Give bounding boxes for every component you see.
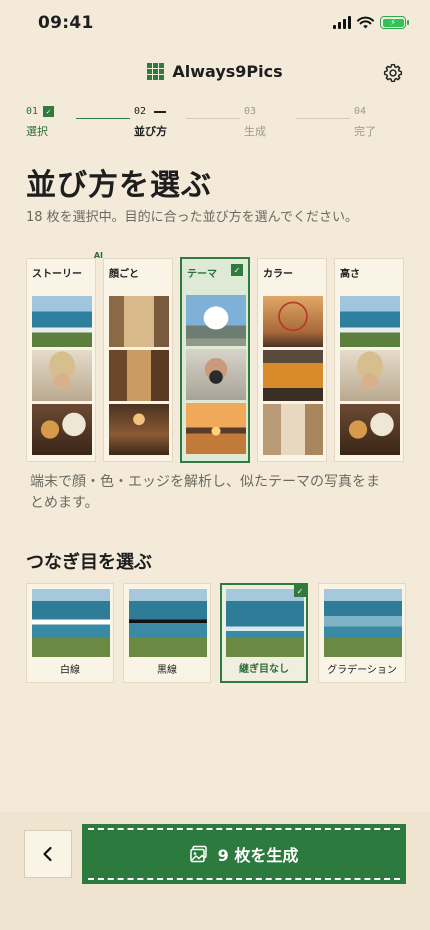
check-icon: ✓ bbox=[231, 264, 243, 276]
photo-thumbnail bbox=[263, 404, 323, 455]
step-connector bbox=[186, 118, 240, 119]
photo-thumbnail bbox=[32, 296, 92, 347]
photo-thumbnail bbox=[340, 404, 400, 455]
step-arrangement: 02 並び方 bbox=[134, 106, 167, 138]
ai-badge: AI bbox=[93, 251, 103, 260]
seam-section-title: つなぎ目を選ぶ bbox=[26, 552, 152, 573]
step-done: 04 完了 bbox=[354, 106, 376, 138]
cellular-signal-icon bbox=[333, 16, 351, 29]
step-select: 01 ✓ 選択 bbox=[26, 106, 55, 139]
arrangement-label: カラー bbox=[263, 269, 293, 280]
brand: Always9Pics bbox=[0, 62, 430, 81]
seam-gradient[interactable]: グラデーション bbox=[318, 583, 406, 683]
seam-options: 白線 黒線 ✓ 継ぎ目なし グラデーション bbox=[26, 583, 406, 683]
photo-thumbnail bbox=[109, 404, 169, 455]
step-connector bbox=[76, 118, 130, 119]
arrangement-theme[interactable]: テーマ ✓ bbox=[180, 257, 250, 463]
seam-preview bbox=[226, 589, 304, 657]
photo-thumbnail bbox=[109, 350, 169, 401]
photo-thumbnail bbox=[340, 296, 400, 347]
photo-thumbnail bbox=[32, 404, 92, 455]
arrangement-color[interactable]: カラー bbox=[257, 258, 327, 462]
app-name: Always9Pics bbox=[172, 62, 283, 81]
arrangement-label: ストーリー bbox=[32, 269, 82, 280]
seam-seamless[interactable]: ✓ 継ぎ目なし bbox=[220, 583, 308, 683]
arrangement-label: テーマ bbox=[187, 269, 217, 280]
battery-charging-icon: ⚡ bbox=[380, 16, 409, 29]
status-icons: ⚡ bbox=[333, 16, 409, 29]
check-icon: ✓ bbox=[294, 585, 306, 597]
back-button[interactable] bbox=[24, 830, 72, 878]
arrangement-label: 高さ bbox=[340, 269, 360, 280]
photo-thumbnail bbox=[32, 350, 92, 401]
status-bar: 09:41 ⚡ bbox=[0, 0, 430, 48]
current-step-indicator bbox=[154, 110, 167, 113]
footer-bar: 9 枚を生成 bbox=[0, 812, 430, 930]
photo-thumbnail bbox=[186, 403, 246, 454]
status-time: 09:41 bbox=[38, 13, 94, 33]
photo-thumbnail bbox=[263, 296, 323, 347]
wifi-icon bbox=[357, 16, 374, 29]
arrangement-height[interactable]: 高さ bbox=[334, 258, 404, 462]
photo-thumbnail bbox=[186, 349, 246, 400]
step-generate: 03 生成 bbox=[244, 106, 266, 138]
page-title: 並び方を選ぶ bbox=[26, 168, 212, 203]
seam-white-line[interactable]: 白線 bbox=[26, 583, 114, 683]
app-header: Always9Pics bbox=[0, 58, 430, 92]
photo-thumbnail bbox=[340, 350, 400, 401]
grid-logo-icon bbox=[147, 63, 165, 80]
arrangement-description: 端末で顔・色・エッジを解析し、似たテーマの写真をまとめます。 bbox=[30, 474, 380, 511]
arrangement-label: 顔ごと bbox=[109, 269, 139, 280]
images-icon bbox=[189, 845, 207, 863]
chevron-left-icon bbox=[43, 846, 52, 862]
seam-black-line[interactable]: 黒線 bbox=[123, 583, 211, 683]
seam-preview bbox=[129, 589, 207, 657]
page-subtitle: 18 枚を選択中。目的に合った並び方を選んでください。 bbox=[26, 210, 359, 225]
arrangement-options: ストーリー AI 顔ごと テーマ ✓ カラー 高さ bbox=[26, 251, 406, 463]
progress-stepper: 01 ✓ 選択 02 並び方 03 生成 04 完了 bbox=[26, 106, 406, 146]
arrangement-story[interactable]: ストーリー AI bbox=[26, 251, 103, 462]
seam-preview bbox=[32, 589, 110, 657]
gear-icon[interactable] bbox=[382, 62, 404, 84]
photo-thumbnail bbox=[186, 295, 246, 346]
photo-thumbnail bbox=[109, 296, 169, 347]
photo-thumbnail bbox=[263, 350, 323, 401]
generate-label: 9 枚を生成 bbox=[217, 846, 299, 865]
step-connector bbox=[296, 118, 350, 119]
arrangement-faces[interactable]: 顔ごと bbox=[103, 258, 173, 462]
seam-preview bbox=[324, 589, 402, 657]
check-icon: ✓ bbox=[43, 106, 55, 117]
generate-button[interactable]: 9 枚を生成 bbox=[82, 824, 406, 884]
